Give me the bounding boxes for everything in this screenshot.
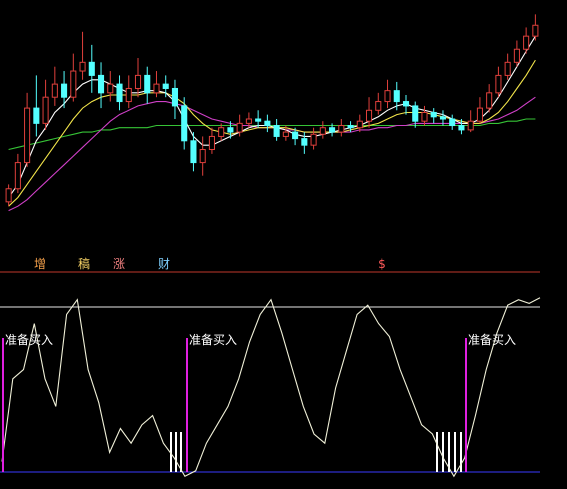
candle-body: [412, 105, 419, 122]
candle-body: [171, 87, 179, 107]
candle-body: [513, 48, 520, 63]
candle-body: [153, 83, 160, 94]
tag-label: $: [378, 257, 386, 271]
candle-body: [134, 74, 142, 89]
candle-body: [329, 127, 336, 133]
candle-body: [51, 83, 58, 98]
candle-body: [88, 61, 95, 76]
candle-body: [42, 96, 49, 124]
candle-body: [338, 125, 345, 133]
candle-body: [107, 83, 114, 94]
candle-body: [301, 138, 308, 146]
candle-body: [61, 83, 68, 98]
candle-body: [439, 116, 447, 120]
candle-body: [421, 111, 428, 122]
candle-body: [375, 101, 382, 111]
candle-body: [218, 127, 225, 137]
candle-body: [199, 149, 206, 164]
candle-body: [449, 118, 456, 127]
candle-body: [356, 120, 363, 129]
candle-body: [255, 118, 262, 122]
buy-signal-label: 准备买入: [189, 333, 237, 347]
buy-signal-label: 准备买入: [468, 333, 516, 347]
candle-body: [245, 118, 252, 124]
candle-body: [532, 24, 539, 37]
candle-body: [125, 87, 132, 103]
candle-body: [282, 131, 289, 137]
candle-body: [476, 107, 483, 122]
tag-label: 增: [34, 257, 46, 271]
buy-signal-label: 准备买入: [5, 333, 53, 347]
candle-body: [33, 107, 40, 124]
candle-body: [319, 127, 326, 135]
candle-body: [504, 61, 511, 76]
candle-body: [458, 125, 465, 131]
candle-body: [264, 120, 271, 127]
candle-body: [181, 105, 188, 142]
candle-body: [310, 133, 317, 146]
candle-body: [393, 90, 400, 103]
candle-body: [486, 92, 493, 109]
candle-body: [70, 70, 77, 98]
candle-body: [495, 74, 502, 94]
stock-chart: 增 稿 涨 财 $ 准备买入 准备买入 准备买入: [0, 0, 567, 489]
candle-body: [144, 74, 151, 94]
candle-body: [24, 107, 31, 164]
candle-body: [273, 125, 280, 137]
candle-body: [116, 83, 123, 103]
candle-body: [402, 101, 410, 107]
candle-body: [208, 135, 215, 151]
candle-body: [5, 188, 12, 203]
candle-body: [467, 120, 474, 131]
candle-body: [162, 83, 169, 89]
candle-body: [14, 162, 21, 190]
chart-background: [0, 0, 567, 489]
candle-body: [523, 35, 530, 50]
candle-body: [430, 111, 437, 118]
candle-body: [227, 127, 234, 133]
candle-body: [236, 122, 243, 133]
tag-label: 涨: [113, 256, 125, 271]
candle-body: [79, 61, 86, 72]
candle-body: [97, 74, 105, 94]
candle-body: [190, 140, 197, 164]
candle-body: [365, 109, 373, 122]
candle-body: [347, 125, 354, 129]
tag-label: 财: [158, 257, 170, 271]
candle-body: [292, 131, 299, 140]
tag-label: 稿: [78, 256, 90, 271]
candle-body: [384, 90, 391, 103]
